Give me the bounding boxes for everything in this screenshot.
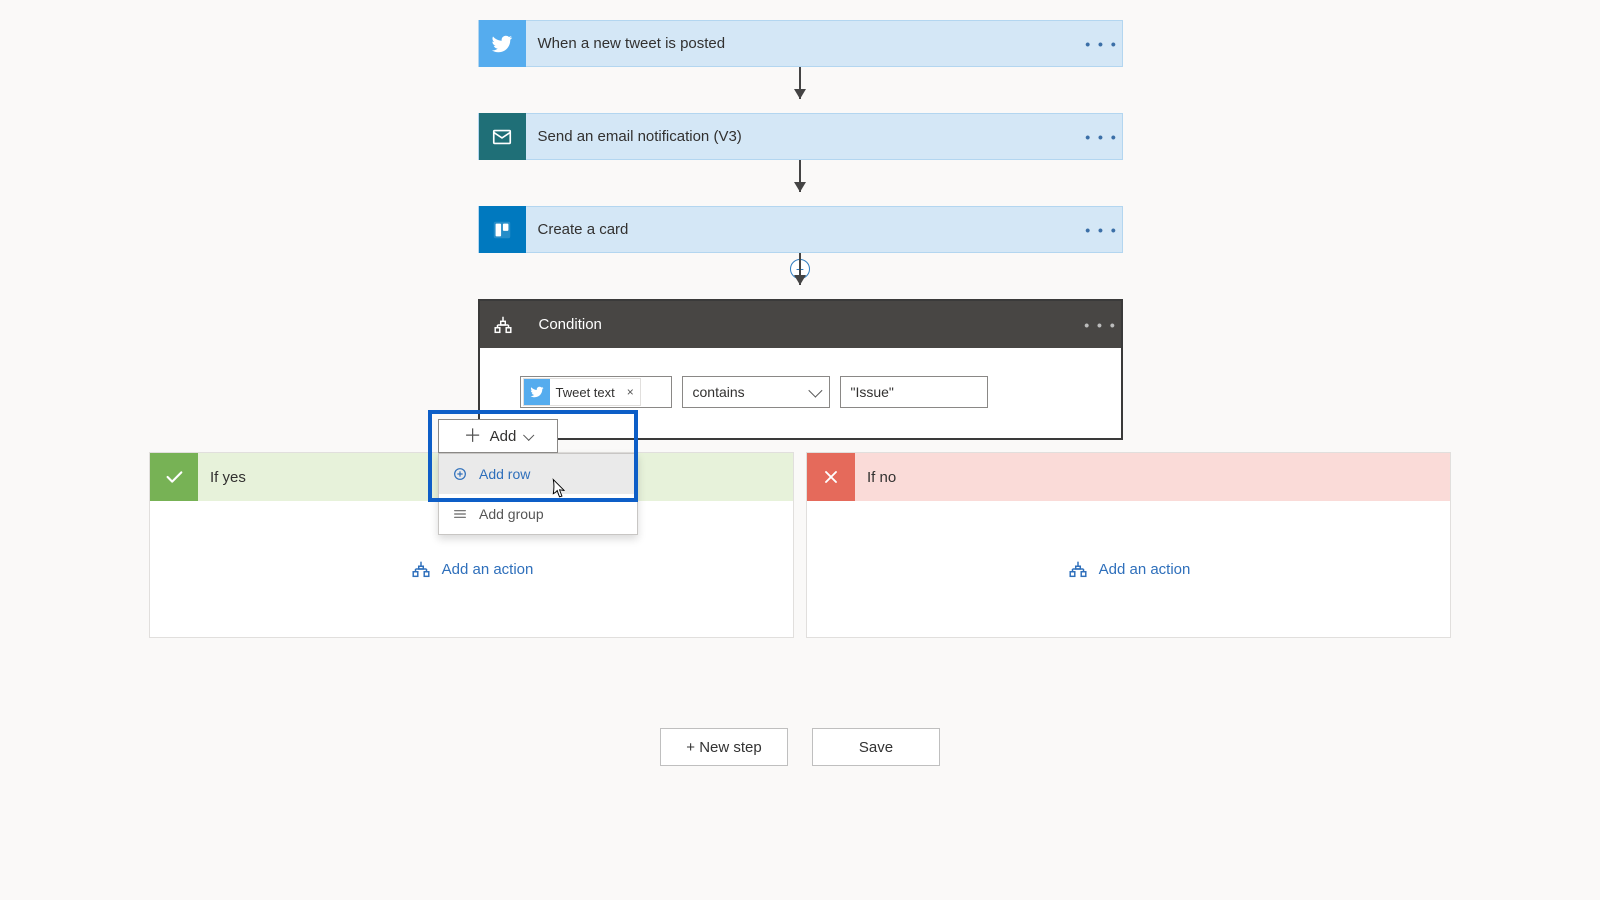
add-action-button[interactable]: Add an action	[442, 561, 534, 578]
chevron-down-icon	[523, 430, 534, 441]
add-label: Add	[490, 428, 517, 445]
mail-icon	[479, 113, 526, 160]
connector-arrow-with-insert: +	[799, 253, 801, 299]
branch-title-yes: If yes	[198, 469, 246, 486]
condition-operator-select[interactable]: contains	[682, 376, 830, 408]
condition-lhs-field[interactable]: Tweet text ×	[520, 376, 672, 408]
close-icon	[807, 453, 855, 501]
add-condition-button[interactable]: ＋ Add	[438, 419, 558, 453]
plus-icon: ＋	[464, 427, 482, 445]
add-menu: Add row Add group	[438, 453, 638, 535]
token-label: Tweet text	[550, 385, 621, 400]
plus-circle-icon	[451, 465, 469, 483]
trello-icon	[479, 206, 526, 253]
action-card-trello[interactable]: Create a card • • •	[478, 206, 1123, 253]
connector-arrow	[799, 67, 801, 113]
branch-header-no[interactable]: If no	[807, 453, 1450, 501]
condition-title: Condition	[527, 316, 1081, 333]
branch-title-no: If no	[855, 469, 896, 486]
step-title: Send an email notification (V3)	[526, 128, 1082, 145]
operator-value: contains	[693, 384, 745, 400]
chevron-down-icon	[808, 384, 822, 398]
step-menu-button[interactable]: • • •	[1082, 36, 1122, 52]
twitter-icon	[524, 379, 550, 405]
step-menu-button[interactable]: • • •	[1082, 222, 1122, 238]
new-step-button[interactable]: + New step	[660, 728, 788, 766]
step-title: Create a card	[526, 221, 1082, 238]
twitter-icon	[479, 20, 526, 67]
action-card-email[interactable]: Send an email notification (V3) • • •	[478, 113, 1123, 160]
menu-label: Add group	[479, 506, 544, 522]
add-action-icon	[1067, 558, 1089, 580]
remove-token-button[interactable]: ×	[621, 385, 640, 399]
check-icon	[150, 453, 198, 501]
condition-value: "Issue"	[851, 384, 894, 400]
menu-item-add-group[interactable]: Add group	[439, 494, 637, 534]
menu-label: Add row	[479, 466, 530, 482]
step-menu-button[interactable]: • • •	[1081, 317, 1121, 333]
menu-item-add-row[interactable]: Add row	[439, 454, 637, 494]
add-action-button[interactable]: Add an action	[1099, 561, 1191, 578]
dynamic-token-tweet-text[interactable]: Tweet text ×	[523, 378, 641, 406]
rows-icon	[451, 505, 469, 523]
condition-header[interactable]: Condition • • •	[480, 301, 1121, 348]
connector-arrow	[799, 160, 801, 206]
branch-if-no: If no Add an action	[806, 452, 1451, 638]
step-menu-button[interactable]: • • •	[1082, 129, 1122, 145]
condition-icon	[480, 301, 527, 348]
cursor-icon	[548, 478, 568, 500]
save-button[interactable]: Save	[812, 728, 940, 766]
trigger-card-twitter[interactable]: When a new tweet is posted • • •	[478, 20, 1123, 67]
add-action-icon	[410, 558, 432, 580]
condition-rhs-field[interactable]: "Issue"	[840, 376, 988, 408]
step-title: When a new tweet is posted	[526, 35, 1082, 52]
condition-card[interactable]: Condition • • • Tweet text × contains	[478, 299, 1123, 440]
